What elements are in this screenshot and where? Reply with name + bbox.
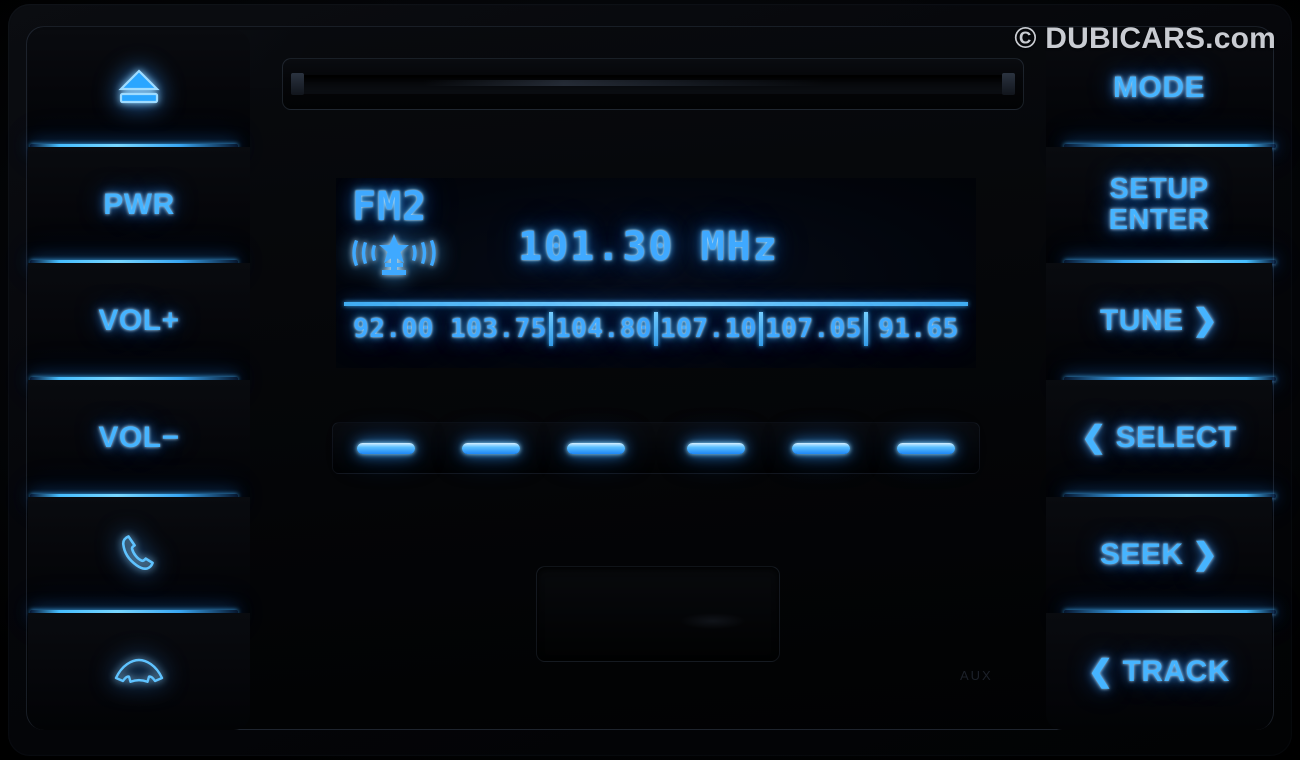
mode-button-label: MODE [1113,71,1205,105]
left-button-column: PWR VOL+ VOL− [28,30,250,731]
volume-up-button[interactable]: VOL+ [28,263,250,384]
phone-hangup-icon [111,652,167,691]
preset-3-indicator [567,442,626,454]
volume-down-label: VOL− [98,421,180,455]
preset-divider [759,312,763,346]
phone-hangup-button[interactable] [28,613,250,731]
preset-frequency-1: 92.00 [353,314,434,344]
preset-button-4[interactable] [663,423,768,473]
preset-button-row [332,422,980,474]
eject-button[interactable] [28,30,250,150]
preset-divider [549,312,553,346]
select-button-label: ❮ SELECT [1081,421,1237,455]
faint-aux-marking: AUX [960,668,993,683]
panel-etch-detail [681,613,745,629]
car-head-unit: © DUBICARS.com PWR VOL+ VOL− MODE SETUP … [0,0,1300,760]
preset-frequency-6: 91.65 [878,314,959,344]
power-button-label: PWR [103,187,175,221]
preset-1-indicator [356,442,415,454]
preset-6-indicator [897,442,956,454]
phone-handset-icon [114,528,164,583]
volume-up-label: VOL+ [98,304,180,338]
seek-button[interactable]: SEEK ❯ [1046,496,1276,617]
cd-slot-tab-right [1002,73,1015,95]
preset-frequency-5: 107.05 [765,314,862,344]
setup-enter-button[interactable]: SETUP ENTER [1046,146,1276,267]
dubicars-watermark: © DUBICARS.com [1014,22,1276,55]
vfd-display: FM2 101.30 MHz 92.00 103.75 104.80 107.1… [336,178,976,368]
preset-5-indicator [791,442,850,454]
preset-button-2[interactable] [438,423,543,473]
display-divider-rule [344,302,968,306]
power-button[interactable]: PWR [28,146,250,267]
setup-enter-label: SETUP ENTER [1108,172,1210,236]
tune-button-label: TUNE ❯ [1099,304,1219,338]
preset-button-3[interactable] [544,423,649,473]
tune-button[interactable]: TUNE ❯ [1046,263,1276,384]
cd-slot-mouth [293,75,1013,94]
frequency-display: 101.30 MHz [518,224,779,270]
preset-button-5[interactable] [768,423,873,473]
right-button-column: MODE SETUP ENTER TUNE ❯ ❮ SELECT SEEK ❯ … [1046,30,1276,731]
track-button-label: ❮ TRACK [1088,654,1230,688]
select-button[interactable]: ❮ SELECT [1046,380,1276,500]
preset-divider [864,312,868,346]
phone-call-button[interactable] [28,496,250,617]
volume-down-button[interactable]: VOL− [28,380,250,500]
preset-frequency-row: 92.00 103.75 104.80 107.10 107.05 91.65 [344,312,968,346]
preset-2-indicator [461,442,520,454]
radio-broadcast-icon [350,230,438,276]
preset-frequency-3: 104.80 [555,314,652,344]
preset-button-1[interactable] [333,423,438,473]
cd-slot-tab-left [291,73,304,95]
preset-frequency-2: 103.75 [450,314,547,344]
radio-band-label: FM2 [352,184,428,230]
preset-divider [654,312,658,346]
track-button[interactable]: ❮ TRACK [1046,613,1272,731]
preset-frequency-4: 107.10 [660,314,757,344]
preset-4-indicator [686,442,745,454]
lower-recessed-panel[interactable] [536,566,780,662]
eject-icon [117,67,161,110]
preset-row-gap [649,431,663,465]
preset-button-6[interactable] [874,423,979,473]
cd-slot[interactable] [282,58,1024,110]
seek-button-label: SEEK ❯ [1099,537,1219,571]
